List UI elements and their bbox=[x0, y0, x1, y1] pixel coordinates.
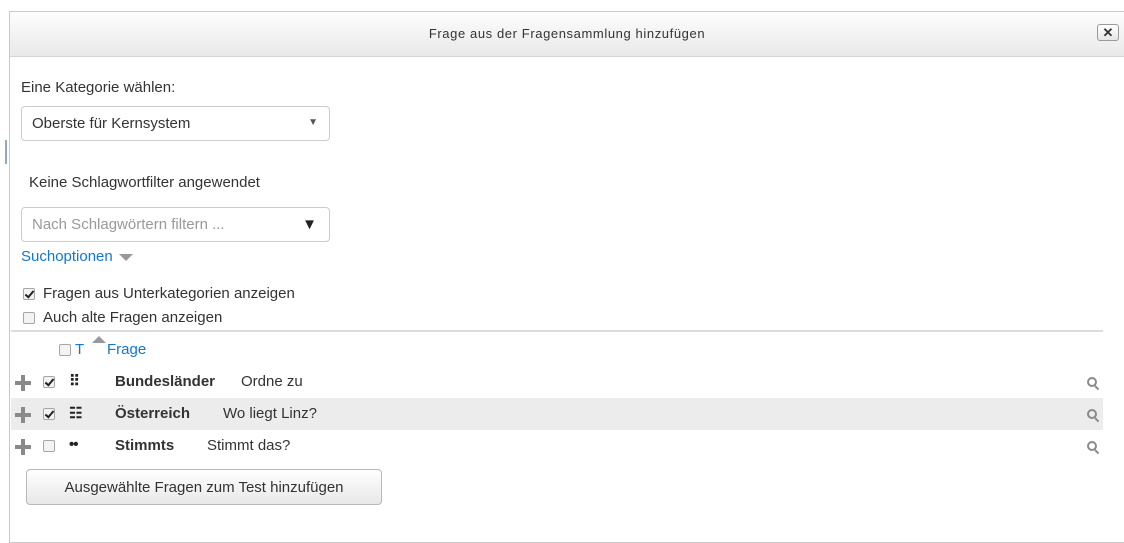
show-subcategories-checkbox[interactable] bbox=[23, 288, 35, 300]
sort-by-type-header[interactable]: T bbox=[75, 341, 84, 358]
tag-filter-input[interactable]: Nach Schlagwörtern filtern ... ▼ bbox=[21, 207, 330, 242]
table-top-divider bbox=[11, 330, 1103, 332]
search-options-label: Suchoptionen bbox=[21, 248, 113, 265]
matching-icon: ⠿ bbox=[69, 373, 80, 390]
add-question-icon[interactable] bbox=[15, 439, 31, 455]
dialog-title: Frage aus der Fragensammlung hinzufügen bbox=[428, 26, 706, 41]
chevron-down-icon: ▼ bbox=[308, 117, 318, 128]
category-select[interactable]: Oberste für Kernsystem ▼ bbox=[21, 106, 330, 141]
table-row: ⠿ Bundesländer Ordne zu bbox=[11, 366, 1103, 398]
close-icon: ✕ bbox=[1102, 25, 1114, 40]
show-subcategories-label: Fragen aus Unterkategorien anzeigen bbox=[43, 285, 295, 302]
backdrop-fragment bbox=[5, 140, 7, 164]
table-row: •• Stimmts Stimmt das? bbox=[11, 430, 1103, 462]
add-question-icon[interactable] bbox=[15, 375, 31, 391]
question-text: Ordne zu bbox=[241, 373, 303, 390]
sort-ascending-icon bbox=[92, 336, 106, 343]
row-checkbox[interactable] bbox=[43, 376, 55, 388]
truefalse-icon: •• bbox=[69, 436, 78, 453]
preview-icon[interactable] bbox=[1087, 377, 1100, 391]
tag-filter-placeholder: Nach Schlagwörtern filtern ... bbox=[32, 216, 225, 233]
question-name: Österreich bbox=[115, 405, 191, 422]
preview-icon[interactable] bbox=[1087, 409, 1100, 423]
add-question-icon[interactable] bbox=[15, 407, 31, 423]
question-text: Wo liegt Linz? bbox=[223, 405, 317, 422]
category-select-value: Oberste für Kernsystem bbox=[32, 115, 191, 132]
select-all-checkbox[interactable] bbox=[59, 344, 71, 356]
category-label: Eine Kategorie wählen: bbox=[21, 79, 176, 96]
show-old-questions-checkbox[interactable] bbox=[23, 312, 35, 324]
multichoice-icon: ☷ bbox=[69, 405, 82, 422]
question-name: Bundesländer bbox=[115, 373, 216, 390]
question-name: Stimmts bbox=[115, 437, 175, 454]
chevron-down-icon: ▼ bbox=[302, 216, 317, 233]
preview-icon[interactable] bbox=[1087, 441, 1100, 455]
caret-down-icon bbox=[118, 254, 133, 261]
question-text: Stimmt das? bbox=[207, 437, 291, 454]
search-options-toggle[interactable]: Suchoptionen bbox=[21, 248, 133, 265]
dialog-titlebar: Frage aus der Fragensammlung hinzufügen … bbox=[10, 12, 1124, 57]
add-question-dialog: Frage aus der Fragensammlung hinzufügen … bbox=[9, 11, 1124, 543]
table-row: ☷ Österreich Wo liegt Linz? bbox=[11, 398, 1103, 430]
tag-filter-status: Keine Schlagwortfilter angewendet bbox=[29, 174, 260, 191]
row-checkbox[interactable] bbox=[43, 408, 55, 420]
row-checkbox[interactable] bbox=[43, 440, 55, 452]
close-button[interactable]: ✕ bbox=[1097, 24, 1119, 41]
sort-by-question-header[interactable]: Frage bbox=[107, 341, 146, 358]
add-selected-questions-button[interactable]: Ausgewählte Fragen zum Test hinzufügen bbox=[26, 469, 382, 505]
show-old-questions-label: Auch alte Fragen anzeigen bbox=[43, 309, 223, 326]
